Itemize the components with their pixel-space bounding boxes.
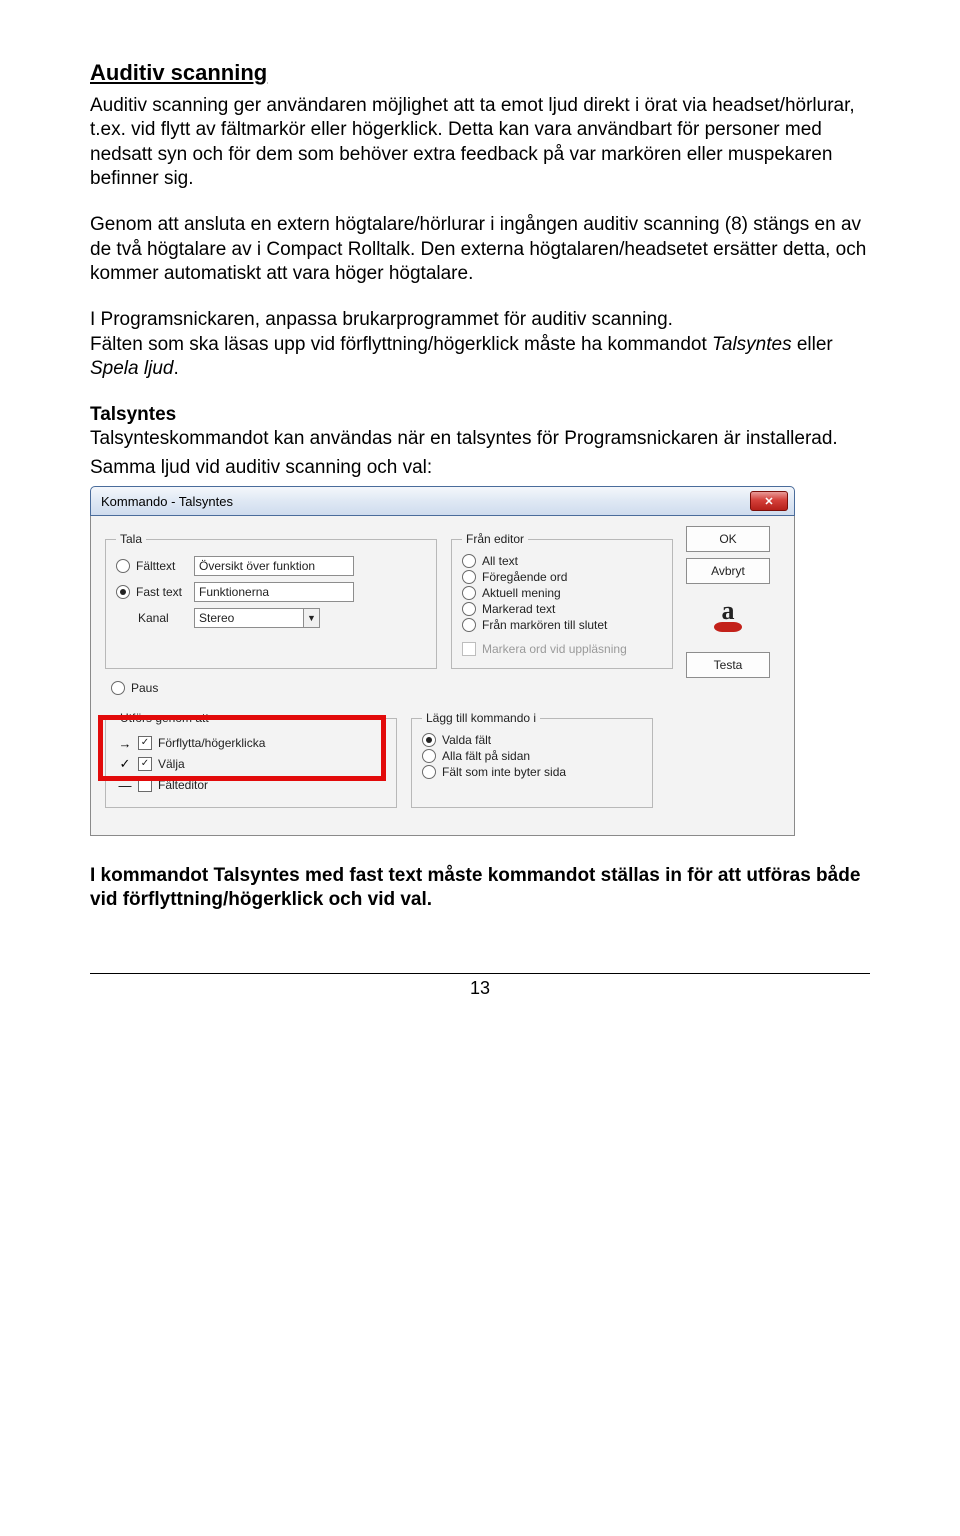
radio-falttext[interactable]: Fälttext — [116, 559, 194, 573]
input-oversikt[interactable]: Översikt över funktion — [194, 556, 354, 576]
talsyntes-a-icon: a — [714, 590, 742, 646]
radio-falt-inte-byter[interactable]: Fält som inte byter sida — [422, 765, 642, 779]
paragraph-2: Genom att ansluta en extern högtalare/hö… — [90, 213, 870, 286]
group-fran-editor: Från editor All text Föregående ord Aktu… — [451, 532, 673, 669]
legend-utfors: Utförs genom att — [116, 711, 213, 725]
input-funktionerna[interactable]: Funktionerna — [194, 582, 354, 602]
page-footer: 13 — [90, 973, 870, 999]
radio-valda-falt[interactable]: Valda fält — [422, 733, 642, 747]
arrow-icon: → — [116, 736, 134, 751]
radio-all-text[interactable]: All text — [462, 554, 662, 568]
group-utfors: Utförs genom att → Förflytta/högerklicka… — [105, 711, 397, 808]
dialog-titlebar: Kommando - Talsyntes ✕ — [90, 486, 795, 516]
radio-alla-falt[interactable]: Alla fält på sidan — [422, 749, 642, 763]
label-kanal: Kanal — [116, 611, 194, 625]
legend-lagg: Lägg till kommando i — [422, 711, 540, 725]
chevron-down-icon: ▼ — [304, 608, 320, 628]
paragraph-1: Auditiv scanning ger användaren möjlighe… — [90, 94, 870, 191]
radio-aktuell[interactable]: Aktuell mening — [462, 586, 662, 600]
check-markera-ord: Markera ord vid uppläsning — [462, 642, 662, 656]
paragraph-3: I Programsnickaren, anpassa brukarprogra… — [90, 308, 870, 381]
dialog-title: Kommando - Talsyntes — [101, 494, 750, 509]
testa-button[interactable]: Testa — [686, 652, 770, 678]
check-forflytta[interactable]: Förflytta/högerklicka — [138, 736, 265, 750]
check-valja[interactable]: Välja — [138, 757, 185, 771]
radio-fran-markoren[interactable]: Från markören till slutet — [462, 618, 662, 632]
paragraph-4: Talsynteskommandot kan användas när en t… — [90, 428, 838, 449]
dash-icon: — — [116, 778, 134, 793]
paragraph-5: Samma ljud vid auditiv scanning och val: — [90, 456, 870, 480]
group-lagg-till: Lägg till kommando i Valda fält Alla fäl… — [411, 711, 653, 808]
legend-editor: Från editor — [462, 532, 528, 546]
ok-button[interactable]: OK — [686, 526, 770, 552]
page-number: 13 — [470, 978, 490, 998]
radio-foregaende[interactable]: Föregående ord — [462, 570, 662, 584]
check-icon: ✓ — [116, 756, 134, 772]
radio-fasttext[interactable]: Fast text — [116, 585, 194, 599]
paragraph-6: I kommandot Talsyntes med fast text måst… — [90, 864, 870, 913]
check-falteditor[interactable]: Fälteditor — [138, 778, 208, 792]
legend-tala: Tala — [116, 532, 146, 546]
select-kanal[interactable]: Stereo ▼ — [194, 608, 426, 628]
radio-paus[interactable]: Paus — [111, 681, 780, 695]
radio-markerad[interactable]: Markerad text — [462, 602, 662, 616]
cancel-button[interactable]: Avbryt — [686, 558, 770, 584]
dialog-screenshot: Kommando - Talsyntes ✕ OK Avbryt a Testa… — [90, 486, 795, 836]
page-heading: Auditiv scanning — [90, 60, 870, 86]
subheading-talsyntes: Talsyntes — [90, 404, 176, 425]
close-button[interactable]: ✕ — [750, 491, 788, 511]
group-tala: Tala Fälttext Översikt över funktion Fas… — [105, 532, 437, 669]
